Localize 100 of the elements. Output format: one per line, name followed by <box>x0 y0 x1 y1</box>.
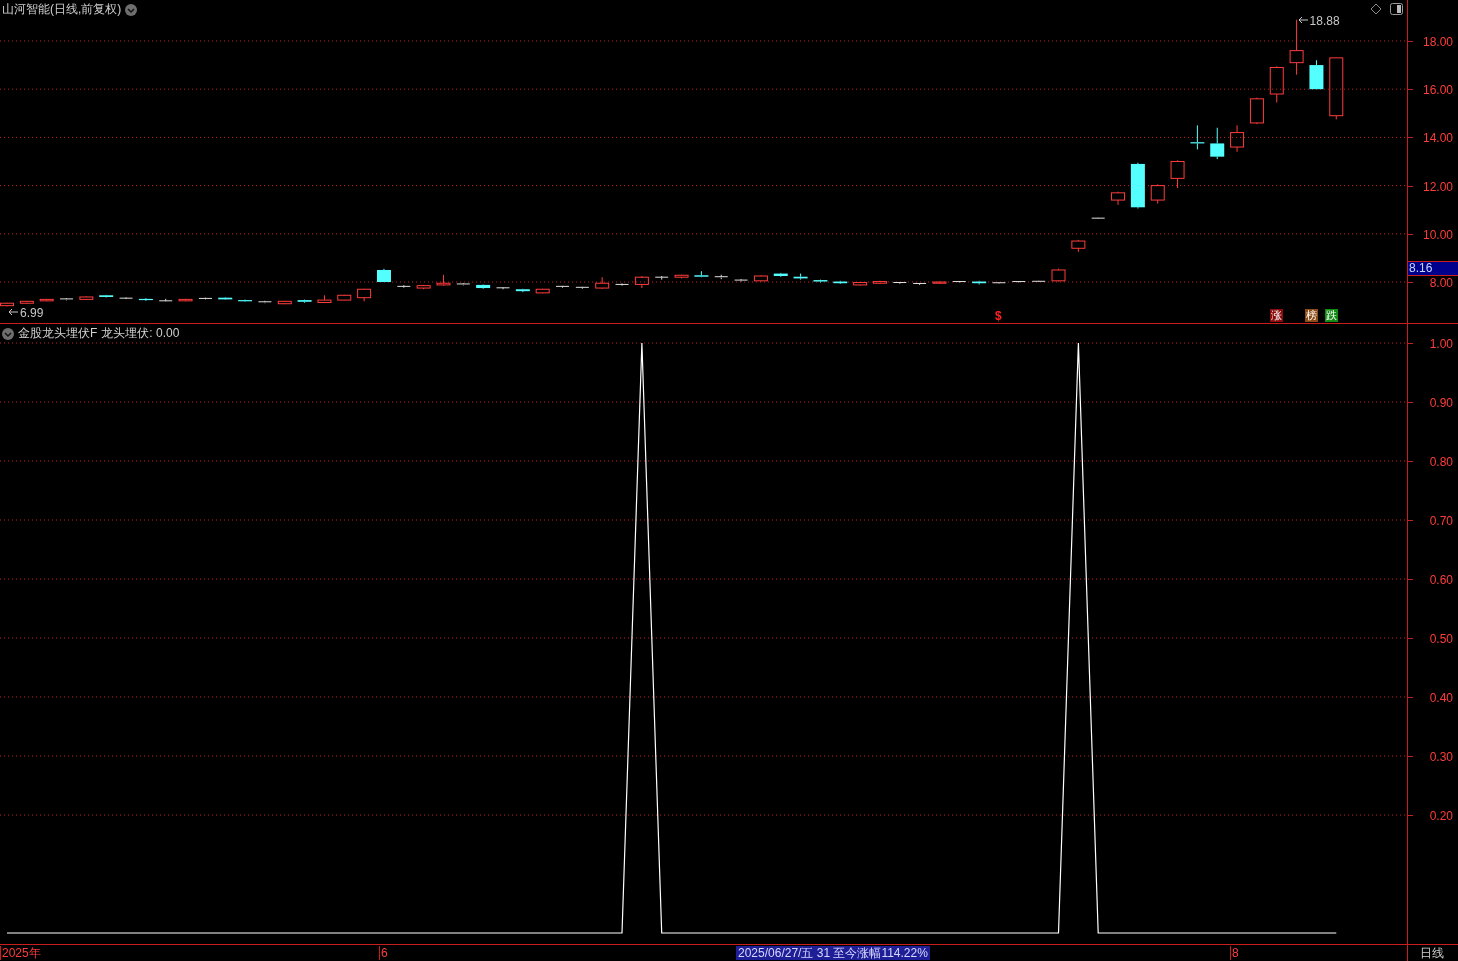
axis-label: 0.30 <box>1429 750 1453 764</box>
candlestick <box>793 273 808 281</box>
candlestick <box>1289 19 1304 76</box>
signal-marker: $ <box>995 310 1002 322</box>
candlestick <box>615 282 630 287</box>
axis-label: 8.00 <box>1429 276 1453 290</box>
candlestick <box>257 300 272 304</box>
candlestick <box>813 279 828 283</box>
candlestick <box>1210 127 1225 160</box>
candlestick <box>654 275 669 281</box>
price-label: 18.88 <box>1309 14 1340 27</box>
candlestick <box>892 281 907 285</box>
candlestick <box>277 300 292 305</box>
axis-label: 16.00 <box>1422 83 1453 98</box>
candlestick <box>972 280 987 285</box>
candlestick <box>1091 217 1106 219</box>
panel-toggle-icon[interactable] <box>1390 3 1403 15</box>
candlestick <box>376 268 391 283</box>
candlestick <box>1130 162 1145 209</box>
candlestick <box>436 274 451 287</box>
candlestick <box>1269 65 1284 103</box>
candlestick <box>714 274 729 280</box>
date-label: 2025年 <box>0 946 41 960</box>
axis-label: 10.00 <box>1422 227 1453 242</box>
candlestick <box>0 302 14 307</box>
dropdown-icon[interactable] <box>2 327 14 340</box>
candlestick <box>1111 191 1126 206</box>
dropdown-icon[interactable] <box>125 3 138 16</box>
candlestick <box>575 286 590 290</box>
candlestick <box>337 294 352 301</box>
candlestick <box>99 294 114 298</box>
axis-label: 12.00 <box>1422 179 1453 194</box>
badge: 跌 <box>1325 309 1339 322</box>
candlestick <box>416 284 431 290</box>
price-tag: 8.16 <box>1408 261 1458 276</box>
candlestick <box>496 286 510 290</box>
candlestick <box>1329 57 1344 120</box>
candlestick <box>1051 268 1066 283</box>
candlestick <box>773 272 788 278</box>
candlestick <box>694 270 709 278</box>
arrow-icon <box>8 308 19 317</box>
axis-label: 0.40 <box>1429 691 1453 705</box>
date-label: 6 <box>378 946 388 960</box>
candlestick <box>535 288 550 294</box>
diamond-icon[interactable] <box>1370 3 1382 15</box>
price-label: 6.99 <box>20 307 44 320</box>
candlestick <box>1249 97 1264 125</box>
candlestick <box>178 298 193 302</box>
candlestick <box>952 280 967 284</box>
badge: 涨 <box>1269 309 1283 322</box>
candlestick <box>753 274 768 283</box>
candlestick <box>218 296 233 301</box>
candlestick <box>1150 183 1165 205</box>
indicator-value: 龙头埋伏: 0.00 <box>101 325 180 342</box>
candlestick <box>158 298 173 303</box>
candlestick <box>833 280 848 285</box>
candlestick <box>674 274 689 279</box>
candlestick <box>515 288 530 293</box>
candlestick <box>119 296 134 300</box>
candlestick <box>912 282 927 286</box>
candlestick <box>39 298 54 302</box>
candlestick <box>853 281 868 287</box>
candlestick <box>634 275 649 289</box>
date-label: 8 <box>1230 946 1239 960</box>
candlestick <box>19 300 34 305</box>
axis-label: 18.00 <box>1422 34 1453 49</box>
axis-label: 1.00 <box>1429 337 1453 351</box>
indicator-title: 金股龙头埋伏F <box>18 325 98 342</box>
axis-label: 0.90 <box>1429 396 1453 410</box>
chart-title: 山河智能(日线,前复权) <box>2 1 122 18</box>
axis-label: 0.80 <box>1429 455 1453 469</box>
candlestick <box>1230 124 1245 153</box>
candlestick <box>317 294 332 304</box>
arrow-icon <box>1297 15 1309 24</box>
axis-label: 0.60 <box>1429 573 1453 587</box>
candlestick <box>595 276 610 290</box>
axis-label: 0.20 <box>1429 809 1453 823</box>
candlestick <box>734 278 749 283</box>
candlestick <box>1011 280 1026 284</box>
candlestick <box>138 297 153 302</box>
candlestick <box>79 296 94 301</box>
axis-label: 14.00 <box>1422 131 1453 146</box>
axis-label: 0.70 <box>1429 514 1453 528</box>
candlestick <box>555 285 570 289</box>
candlestick <box>396 284 411 289</box>
axis-label: 0.50 <box>1429 632 1453 646</box>
period-label: 日线 <box>1407 945 1458 961</box>
candlestick <box>476 283 491 290</box>
candlestick <box>238 299 253 303</box>
candlestick <box>1031 280 1046 283</box>
candlestick <box>357 288 372 302</box>
candlestick <box>1309 59 1324 90</box>
badge: 榜 <box>1305 309 1319 322</box>
candlestick <box>932 281 947 285</box>
candlestick <box>59 297 74 301</box>
candlestick <box>456 282 471 286</box>
candlestick <box>198 297 213 300</box>
candlestick <box>1071 239 1086 253</box>
candlestick <box>1170 159 1185 189</box>
candlestick <box>872 280 887 285</box>
